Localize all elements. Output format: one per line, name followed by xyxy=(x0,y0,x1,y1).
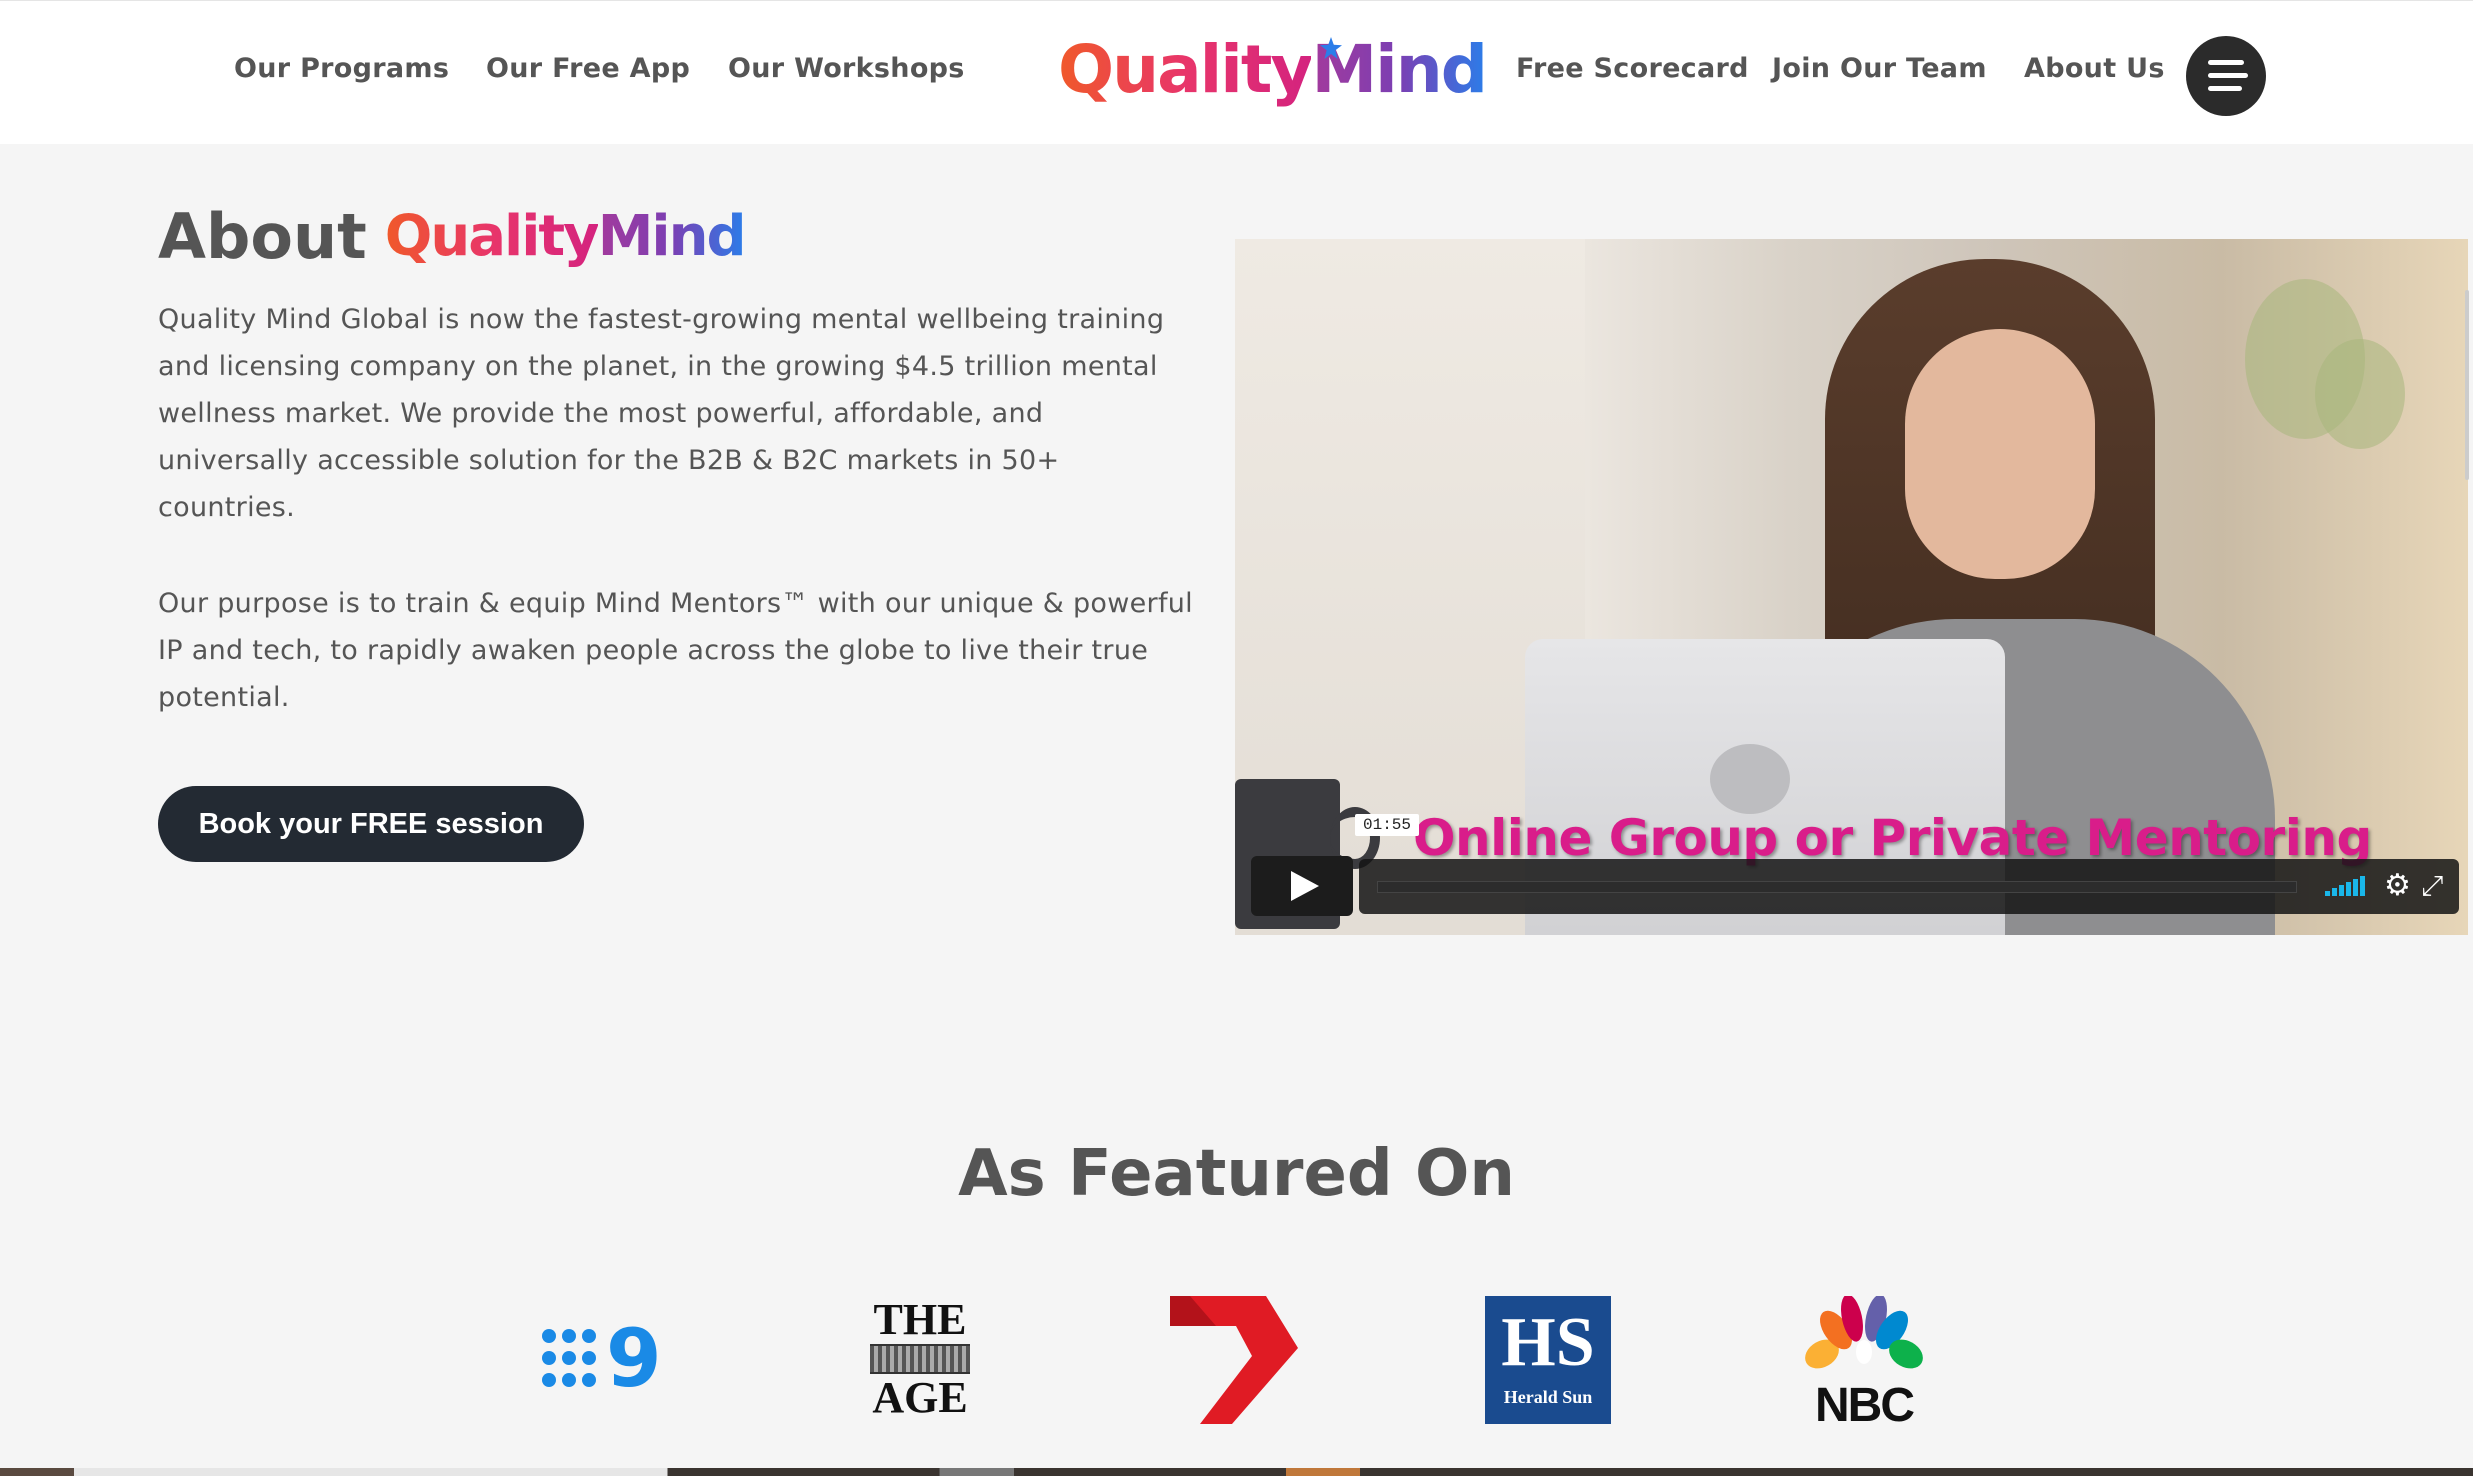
nbc-logo: NBC xyxy=(1800,1296,1928,1432)
volume-bar xyxy=(2332,888,2337,896)
channel-seven-logo xyxy=(1170,1296,1298,1424)
nav-our-free-app[interactable]: Our Free App xyxy=(486,53,690,84)
nav-about-us[interactable]: About Us xyxy=(2024,53,2165,84)
featured-title: As Featured On xyxy=(958,1137,1515,1211)
video-progress-track[interactable] xyxy=(1377,881,2297,893)
nbc-peacock-icon xyxy=(1805,1296,1923,1369)
settings-gear-icon[interactable]: ⚙ xyxy=(2384,871,2411,901)
volume-icon[interactable] xyxy=(2325,876,2365,896)
nine-dots-icon xyxy=(542,1329,612,1391)
the-age-bottom: AGE xyxy=(872,1373,968,1422)
nav-free-scorecard[interactable]: Free Scorecard xyxy=(1516,53,1749,84)
nav-our-programs[interactable]: Our Programs xyxy=(234,53,449,84)
video-player[interactable]: Online Group or Private Mentoring 01:55 … xyxy=(1235,239,2468,935)
volume-bar xyxy=(2353,879,2358,896)
the-age-crest-icon xyxy=(870,1344,970,1374)
next-section-edge xyxy=(0,1468,2473,1476)
video-scene-person-face xyxy=(1905,329,2095,579)
site-header: Our Programs Our Free App Our Workshops … xyxy=(0,0,2473,144)
video-time-tooltip: 01:55 xyxy=(1355,814,1420,836)
nbc-word: NBC xyxy=(1815,1379,1915,1432)
nav-join-our-team[interactable]: Join Our Team xyxy=(1772,53,1987,84)
channel-nine-logo: 9 xyxy=(538,1296,670,1424)
about-paragraph-1: Quality Mind Global is now the fastest-g… xyxy=(158,304,1165,523)
nine-number: 9 xyxy=(606,1312,662,1405)
menu-line xyxy=(2208,73,2248,78)
nav-our-workshops[interactable]: Our Workshops xyxy=(728,53,965,84)
video-scene-laptop-logo xyxy=(1710,744,1790,814)
about-logo-quality: Quality xyxy=(384,204,600,270)
about-logo-mind: Mind xyxy=(597,204,747,270)
herald-sun-logo: HS Herald Sun xyxy=(1485,1296,1611,1424)
volume-bar xyxy=(2339,885,2344,896)
herald-sun-small: Herald Sun xyxy=(1503,1387,1593,1407)
about-logo: QualityMind xyxy=(384,204,747,270)
hamburger-menu-button[interactable] xyxy=(2186,36,2266,116)
menu-line xyxy=(2208,86,2242,91)
page-scrollbar[interactable] xyxy=(2465,290,2469,480)
the-age-logo: THE AGE xyxy=(858,1296,982,1424)
herald-sun-big: HS xyxy=(1501,1304,1595,1381)
brand-logo[interactable]: QualityMind xyxy=(1058,31,1488,115)
play-icon[interactable] xyxy=(1251,856,1353,916)
fullscreen-icon[interactable]: ⤢ xyxy=(2421,871,2443,901)
menu-line xyxy=(2208,60,2244,65)
volume-bar xyxy=(2325,891,2330,896)
seven-icon xyxy=(1170,1296,1298,1424)
video-scene-plant xyxy=(2315,339,2405,449)
volume-bar xyxy=(2346,882,2351,896)
about-heading: About QualityMind xyxy=(158,196,747,274)
about-heading-text: About xyxy=(158,200,367,274)
about-paragraph-2: Our purpose is to train & equip Mind Men… xyxy=(158,588,1193,713)
the-age-top: THE xyxy=(873,1295,967,1344)
logo-quality: Quality xyxy=(1058,31,1313,108)
logo-star-icon xyxy=(1320,37,1342,59)
volume-bar xyxy=(2360,876,2365,896)
book-free-session-button[interactable]: Book your FREE session xyxy=(158,786,584,862)
video-control-bar: ⚙ ⤢ xyxy=(1359,859,2459,914)
